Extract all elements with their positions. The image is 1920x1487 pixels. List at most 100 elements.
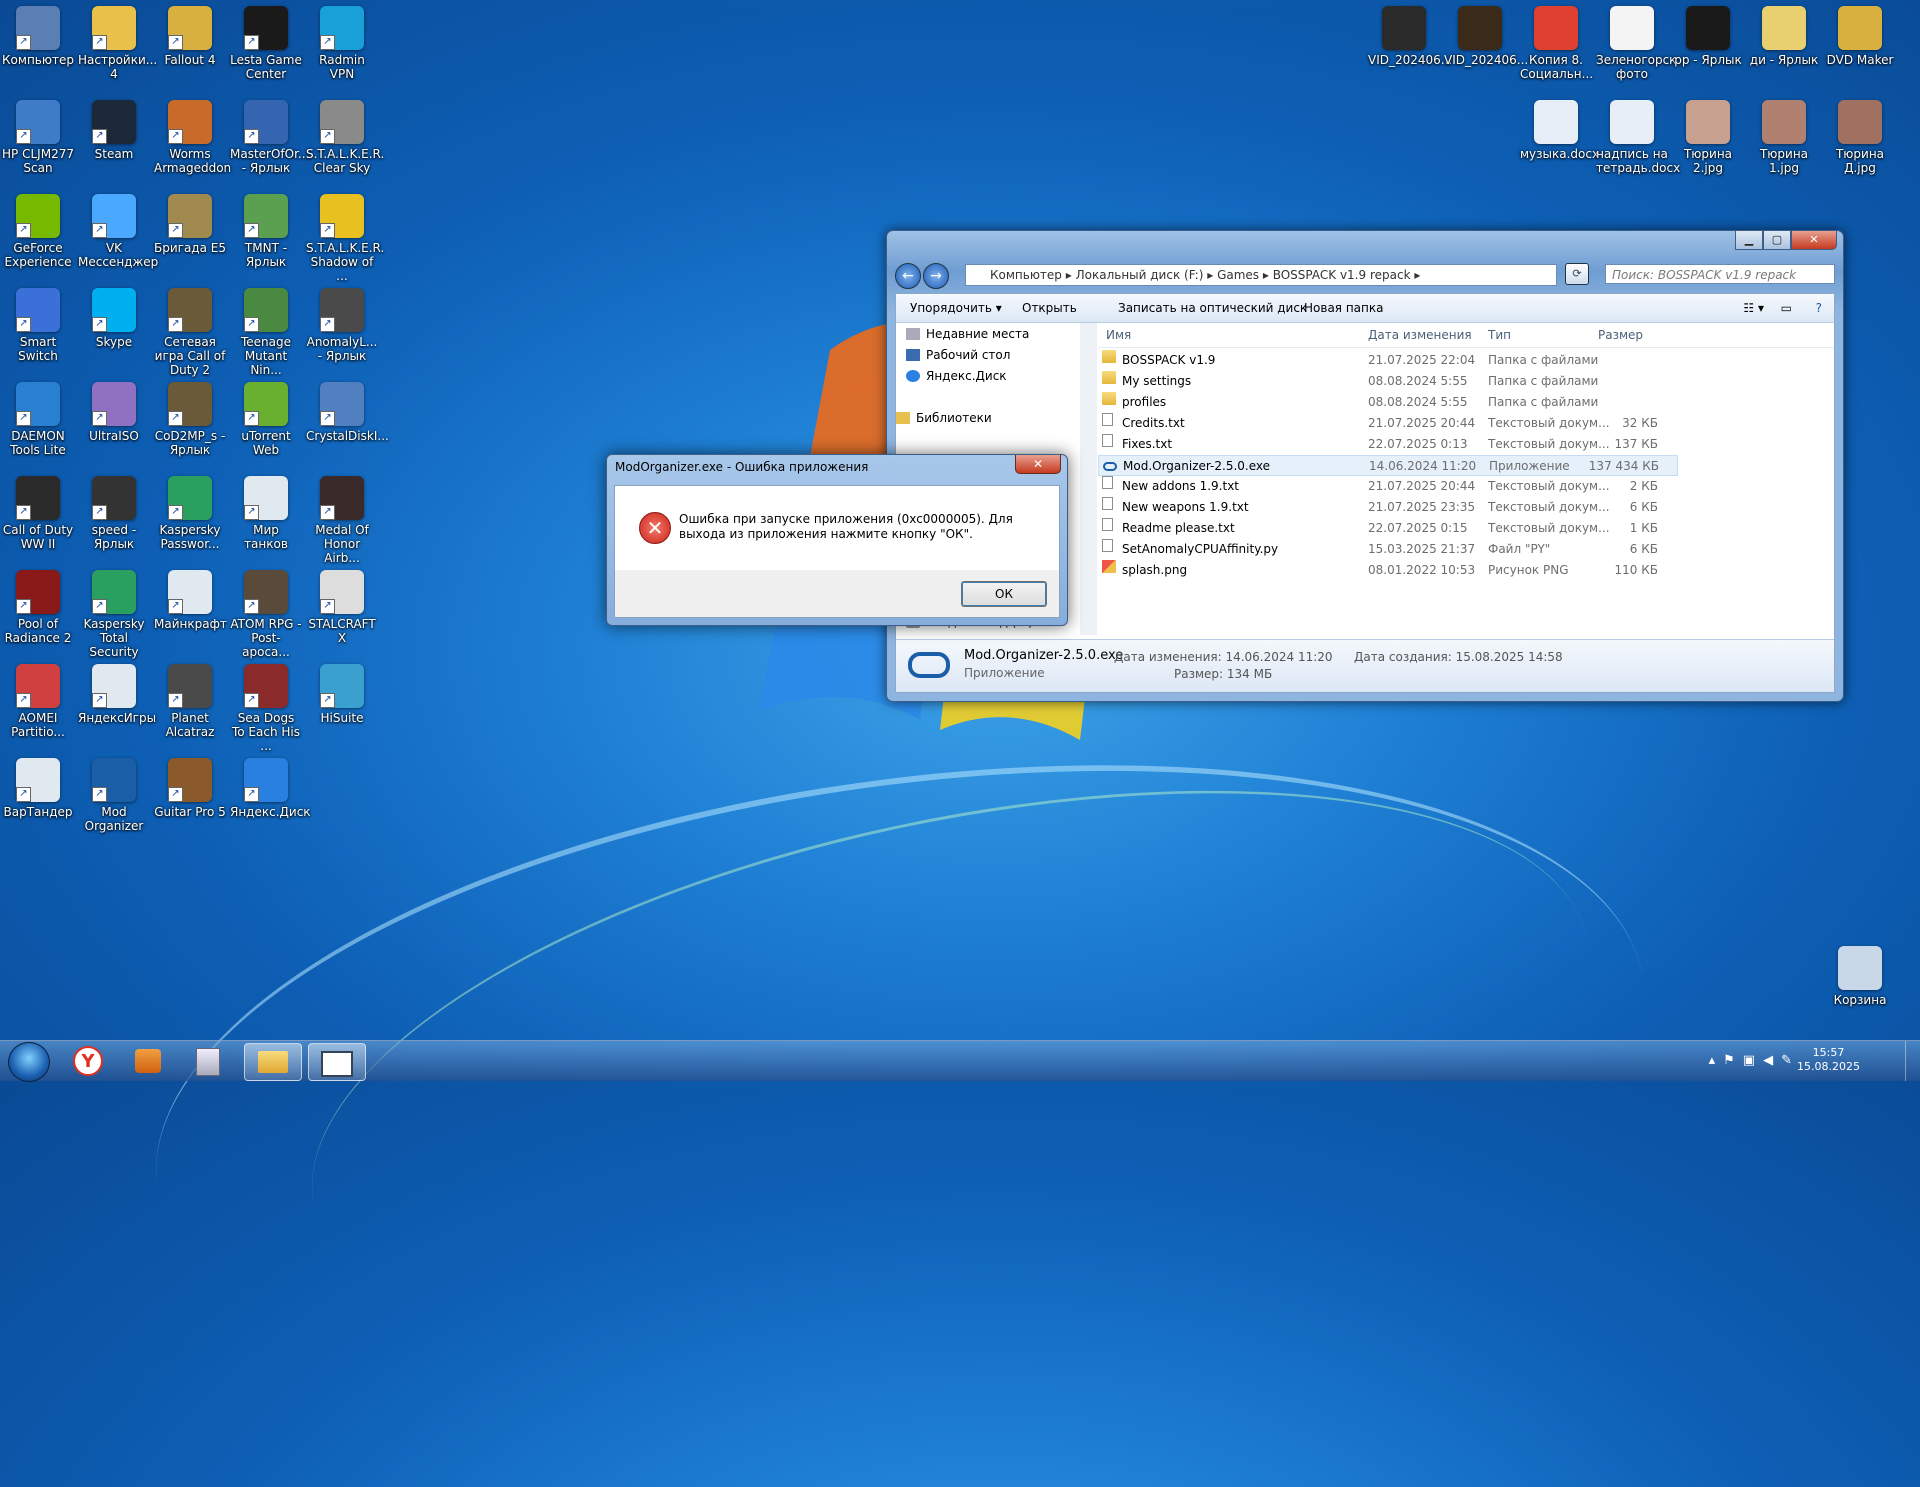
- desktop-icon-item[interactable]: ↗ CoD2MP_s - Ярлык: [154, 382, 226, 457]
- desktop-icon-item[interactable]: ↗ ЯндексИгры: [78, 664, 156, 725]
- desktop-icon-item[interactable]: ↗ ВарТандер: [2, 758, 74, 819]
- file-row[interactable]: My settings 08.08.2024 5:55 Папка с файлам…: [1098, 371, 1678, 392]
- desktop-icon-item[interactable]: ↗ S.T.A.L.K.E.R. Shadow of ...: [306, 194, 384, 283]
- file-row[interactable]: Credits.txt 21.07.2025 20:44 Текстовый док…: [1098, 413, 1678, 434]
- desktop-icon-item[interactable]: VID_202406...: [1444, 6, 1528, 67]
- desktop-icon-item[interactable]: ↗ Skype: [78, 288, 150, 349]
- taskbar-media-player[interactable]: [120, 1043, 176, 1079]
- views-icon[interactable]: ☷ ▾: [1743, 294, 1764, 322]
- file-row[interactable]: New addons 1.9.txt 21.07.2025 20:44 Тексто…: [1098, 476, 1678, 497]
- file-row[interactable]: New weapons 1.9.txt 21.07.2025 23:35 Текст…: [1098, 497, 1678, 518]
- desktop-icon-item[interactable]: ↗ DAEMON Tools Lite: [2, 382, 74, 457]
- help-icon[interactable]: ?: [1816, 294, 1822, 322]
- start-button[interactable]: [8, 1042, 50, 1082]
- address-bar[interactable]: Компьютер ▸ Локальный диск (F:) ▸ Games …: [965, 264, 1557, 286]
- column-size[interactable]: Размер: [1598, 323, 1643, 347]
- desktop-icon-item[interactable]: ↗ Sea Dogs To Each His ...: [230, 664, 302, 753]
- desktop-icon-item[interactable]: рр - Ярлык: [1672, 6, 1744, 67]
- breadcrumb-item[interactable]: BOSSPACK v1.9 repack: [1273, 268, 1411, 282]
- desktop-icon-item[interactable]: ↗ AnomalyL... - Ярлык: [306, 288, 378, 363]
- desktop-icon-item[interactable]: ↗ Мир танков: [230, 476, 302, 551]
- desktop-icon-item[interactable]: VID_202406...: [1368, 6, 1452, 67]
- nav-item-libraries[interactable]: Библиотеки: [896, 409, 992, 427]
- desktop-icon-item[interactable]: ↗ Worms Armageddon: [154, 100, 231, 175]
- file-row[interactable]: Readme please.txt 22.07.2025 0:15 Текстовы…: [1098, 518, 1678, 539]
- desktop-icon-item[interactable]: ↗ Radmin VPN: [306, 6, 378, 81]
- desktop-icon-item[interactable]: ↗ speed - Ярлык: [78, 476, 150, 551]
- maximize-button[interactable]: ▢: [1763, 231, 1791, 250]
- search-input[interactable]: Поиск: BOSSPACK v1.9 repack: [1605, 264, 1835, 284]
- taskbar-explorer[interactable]: [244, 1043, 302, 1081]
- action-center-icon[interactable]: ⚑: [1723, 1053, 1743, 1068]
- nav-item-desktop[interactable]: Рабочий стол: [906, 346, 1010, 364]
- forward-button[interactable]: →: [923, 263, 949, 289]
- new-folder-button[interactable]: Новая папка: [1304, 294, 1383, 322]
- desktop-icon-item[interactable]: Тюрина 2.jpg: [1672, 100, 1744, 175]
- clock[interactable]: 15:57 15.08.2025: [1797, 1046, 1860, 1074]
- desktop-icon-item[interactable]: ↗ AOMEI Partitio...: [2, 664, 74, 739]
- desktop-icon-item[interactable]: ↗ Pool of Radiance 2: [2, 570, 74, 645]
- preview-pane-icon[interactable]: ▭: [1781, 294, 1792, 322]
- minimize-button[interactable]: ▁: [1735, 231, 1763, 250]
- column-date[interactable]: Дата изменения: [1368, 323, 1472, 347]
- column-type[interactable]: Тип: [1488, 323, 1511, 347]
- volume-icon[interactable]: ◀: [1763, 1053, 1781, 1068]
- error-dialog[interactable]: ModOrganizer.exe - Ошибка приложения ✕ ✕…: [606, 454, 1068, 626]
- desktop-icon-item[interactable]: музыка.docx: [1520, 100, 1599, 161]
- desktop-icon-item[interactable]: ↗ UltraISO: [78, 382, 150, 443]
- desktop-icon-item[interactable]: DVD Maker: [1824, 6, 1896, 67]
- close-button[interactable]: ✕: [1791, 231, 1837, 250]
- desktop-icon-item[interactable]: Тюрина 1.jpg: [1748, 100, 1820, 175]
- nav-item-yandex-disk[interactable]: Яндекс.Диск: [906, 367, 1007, 385]
- desktop-icon-item[interactable]: ↗ HP CLJM277 Scan: [2, 100, 74, 175]
- file-row[interactable]: profiles 08.08.2024 5:55 Папка с файлами: [1098, 392, 1678, 413]
- show-desktop-button[interactable]: [1905, 1041, 1920, 1081]
- desktop-icon-item[interactable]: ↗ Майнкрафт: [154, 570, 227, 631]
- desktop-icon-item[interactable]: ↗ Компьютер: [2, 6, 74, 67]
- desktop-icon-item[interactable]: ↗ Teenage Mutant Nin...: [230, 288, 302, 377]
- refresh-icon[interactable]: ⟳: [1565, 263, 1589, 285]
- breadcrumb-item[interactable]: Компьютер: [990, 268, 1062, 282]
- desktop-icon-item[interactable]: ↗ Call of Duty WW II: [2, 476, 74, 551]
- desktop-icon-item[interactable]: ↗ uTorrent Web: [230, 382, 302, 457]
- burn-button[interactable]: Записать на оптический диск: [1118, 294, 1307, 322]
- file-row[interactable]: splash.png 08.01.2022 10:53 Рисунок PNG 110…: [1098, 560, 1678, 581]
- desktop-icon-item[interactable]: ↗ Steam: [78, 100, 150, 161]
- desktop-icon-item[interactable]: Тюрина Д.jpg: [1824, 100, 1896, 175]
- desktop-icon-item[interactable]: ↗ CrystalDiskI...: [306, 382, 389, 443]
- desktop-icon-item[interactable]: ↗ MasterOfOr... - Ярлык: [230, 100, 309, 175]
- taskbar-error-window[interactable]: [308, 1043, 366, 1081]
- dialog-close-button[interactable]: ✕: [1015, 455, 1061, 474]
- desktop-icon-item[interactable]: ↗ Kaspersky Total Security: [78, 570, 150, 659]
- desktop-icon-item[interactable]: ↗ Guitar Pro 5: [154, 758, 226, 819]
- desktop-icon-item[interactable]: ↗ Mod Organizer: [78, 758, 150, 833]
- desktop-icon-item[interactable]: ↗ Planet Alcatraz: [154, 664, 226, 739]
- column-name[interactable]: Имя: [1106, 323, 1131, 347]
- network-icon[interactable]: ▣: [1743, 1053, 1763, 1068]
- desktop-icon-item[interactable]: ↗ Fallout 4: [154, 6, 226, 67]
- file-row[interactable]: Fixes.txt 22.07.2025 0:13 Текстовый докум.…: [1098, 434, 1678, 455]
- file-row[interactable]: BOSSPACK v1.9 21.07.2025 22:04 Папка с фай…: [1098, 350, 1678, 371]
- nav-item-recent[interactable]: Недавние места: [906, 325, 1029, 343]
- desktop-icon-item[interactable]: ↗ Smart Switch: [2, 288, 74, 363]
- desktop-icon-item[interactable]: ↗ Яндекс.Диск: [230, 758, 311, 819]
- desktop-icon-item[interactable]: ↗ Настройки... 4: [78, 6, 157, 81]
- desktop-icon-item[interactable]: ↗ ATOM RPG - Post-apoca...: [230, 570, 302, 659]
- organize-button[interactable]: Упорядочить ▾: [910, 294, 1002, 322]
- desktop-icon-item[interactable]: ↗ VK Мессенджер: [78, 194, 158, 269]
- desktop-icon-item[interactable]: ↗ S.T.A.L.K.E.R. Clear Sky: [306, 100, 384, 175]
- tray-icons[interactable]: ▴⚑▣◀✎: [1709, 1053, 1800, 1068]
- nav-scrollbar[interactable]: [1080, 323, 1097, 635]
- taskbar-calculator[interactable]: [180, 1043, 236, 1079]
- desktop-icon-item[interactable]: ↗ Medal Of Honor Airb...: [306, 476, 378, 565]
- desktop-icon-item[interactable]: ↗ HiSuite: [306, 664, 378, 725]
- desktop-icon-item[interactable]: ↗ Бригада E5: [154, 194, 226, 255]
- desktop-icon-item[interactable]: ↗ TMNT - Ярлык: [230, 194, 302, 269]
- desktop-icon-item[interactable]: ↗ GeForce Experience: [2, 194, 74, 269]
- ok-button[interactable]: ОК: [961, 581, 1047, 607]
- file-row[interactable]: Mod.Organizer-2.5.0.exe 14.06.2024 11:20 П…: [1098, 455, 1678, 476]
- desktop-icon-item[interactable]: ди - Ярлык: [1748, 6, 1820, 67]
- file-row[interactable]: SetAnomalyCPUAffinity.py 15.03.2025 21:37…: [1098, 539, 1678, 560]
- breadcrumb-item[interactable]: Games: [1217, 268, 1259, 282]
- breadcrumb-item[interactable]: Локальный диск (F:): [1076, 268, 1204, 282]
